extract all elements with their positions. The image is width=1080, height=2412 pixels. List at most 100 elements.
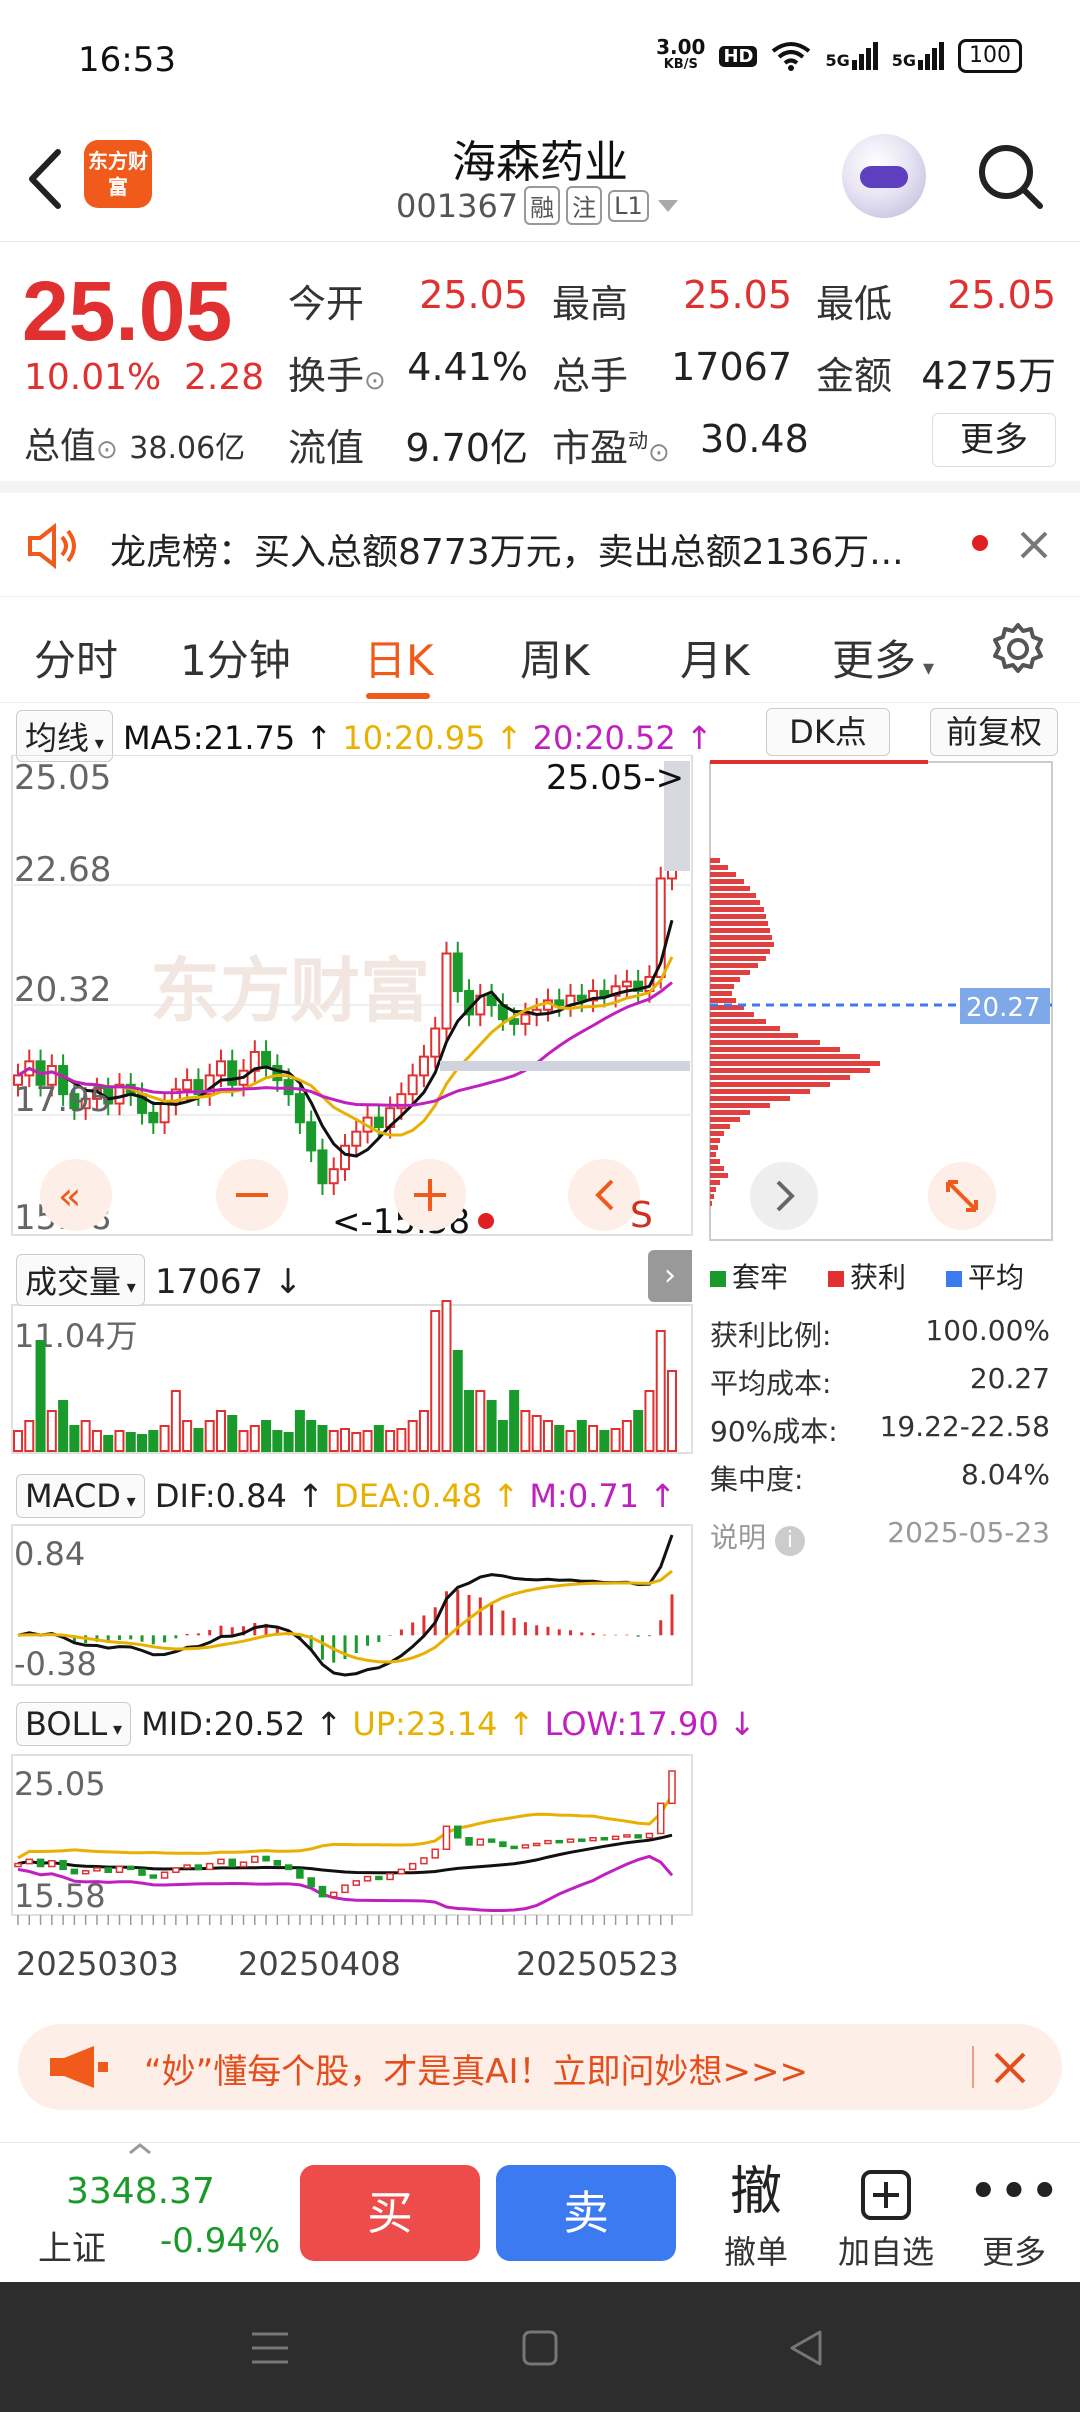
volume-bar	[542, 1420, 553, 1452]
boll-selector[interactable]: BOLL ▾	[16, 1702, 131, 1746]
tab-monthly-k[interactable]: 月K	[680, 627, 750, 688]
volume-bar	[24, 1420, 35, 1452]
dif-value: DIF:0.84	[154, 1477, 287, 1515]
macd-legend: MACD ▾ DIF:0.84 ↑ DEA:0.48 ↑ M:0.71 ↑	[16, 1474, 676, 1518]
back-nav-icon[interactable]	[784, 2326, 828, 2370]
promo-divider	[972, 2046, 974, 2088]
add-icon	[826, 2157, 946, 2227]
stock-header: 东方财富 海森药业 001367 融 注 L1	[0, 120, 1080, 242]
candle-body	[148, 1111, 159, 1124]
volume-selector[interactable]: 成交量 ▾	[16, 1254, 145, 1306]
boll-candle	[36, 1858, 45, 1868]
index-value[interactable]: 3348.37	[66, 2171, 215, 2212]
tab-daily-k[interactable]: 日K	[364, 627, 434, 688]
chip-bar	[710, 1159, 720, 1164]
buy-button[interactable]: 买	[300, 2165, 480, 2261]
index-name[interactable]: 上证	[38, 2221, 106, 2270]
chip-note-label[interactable]: 说明	[710, 1521, 766, 1554]
cancel-order-button[interactable]: 撤 撤单	[696, 2157, 816, 2273]
boll-candle	[352, 1880, 361, 1886]
boll-frame	[11, 1754, 693, 1916]
volume-label: 总手	[552, 354, 629, 398]
macd-selector[interactable]: MACD ▾	[16, 1474, 145, 1518]
dragon-tiger-notice[interactable]: 龙虎榜：买入总额8773万元，卖出总额2136万...	[0, 493, 1080, 597]
watermark: 东方财富	[150, 950, 430, 1032]
chip-bar	[710, 1152, 716, 1157]
ai-promo-banner[interactable]: “妙”懂每个股，才是真AI！立即问妙想>>>	[18, 2024, 1062, 2110]
close-icon[interactable]	[992, 2050, 1028, 2086]
chip-bar	[710, 977, 740, 982]
info-icon[interactable]: ⊙	[96, 435, 118, 465]
more-actions-button[interactable]: ••• 更多	[954, 2157, 1074, 2273]
tab-weekly-k[interactable]: 周K	[520, 627, 590, 688]
market-cap[interactable]: 总值⊙ 38.06亿	[24, 417, 245, 469]
chip-bar	[710, 907, 764, 912]
chevron-down-icon[interactable]	[655, 196, 681, 216]
chip-bar	[710, 858, 720, 863]
chip-bar	[710, 1194, 714, 1199]
candle-body	[430, 1027, 441, 1058]
chip-bar	[710, 1075, 850, 1080]
volume-bar	[328, 1430, 339, 1452]
volume-bar	[317, 1425, 328, 1452]
volume-bar	[565, 1430, 576, 1452]
boll-candle	[341, 1884, 349, 1894]
boll-candle	[442, 1825, 451, 1851]
boll-candle	[14, 1862, 22, 1868]
chip-note-row[interactable]: 说明 i 2025-05-23	[710, 1516, 1050, 1556]
quote-panel: 25.05 10.01% 2.28 总值⊙ 38.06亿 今开 25.05 最高…	[0, 243, 1080, 493]
tag-registered: 注	[566, 186, 603, 225]
chip-bar	[710, 1040, 820, 1045]
last-price: 25.05	[22, 264, 233, 358]
volume-bar	[204, 1420, 215, 1452]
high-label: 最高	[552, 282, 629, 326]
boll-candle	[25, 1858, 34, 1865]
gear-icon[interactable]	[990, 621, 1046, 677]
sell-button[interactable]: 卖	[496, 2165, 676, 2261]
boll-candle	[228, 1858, 236, 1868]
cancel-icon: 撤	[729, 2162, 782, 2222]
close-icon[interactable]	[1018, 529, 1050, 561]
y-label-2: 20.32	[14, 970, 111, 1010]
volume-bar	[306, 1420, 317, 1452]
volume-bar	[633, 1410, 644, 1452]
y-label-3: 17.95	[14, 1080, 111, 1120]
boll-candle	[251, 1855, 259, 1863]
pe-value: 30.48	[700, 417, 809, 461]
add-watchlist-button[interactable]: 加自选	[826, 2157, 946, 2273]
chip-next-button[interactable]	[750, 1162, 818, 1230]
menu-icon[interactable]	[248, 2328, 292, 2368]
candle-body	[272, 1065, 283, 1082]
more-quote-button[interactable]: 更多	[932, 413, 1056, 467]
boll-candle	[104, 1867, 112, 1873]
promo-text[interactable]: “妙”懂每个股，才是真AI！立即问妙想>>>	[144, 2044, 808, 2093]
expand-panel-button[interactable]: ›	[648, 1250, 692, 1302]
home-icon[interactable]	[518, 2326, 562, 2370]
index-change[interactable]: -0.94%	[160, 2221, 280, 2261]
volume-bar	[114, 1430, 125, 1452]
volume-bar	[430, 1310, 441, 1452]
chip-bar	[710, 1166, 724, 1171]
chip-bar	[710, 865, 728, 870]
chip-distribution-chart[interactable]: 20.27	[708, 760, 1054, 1242]
system-icons: 3.00 KB/S HD 5G 5G 100	[656, 37, 1022, 74]
macd-y-top: 0.84	[14, 1535, 85, 1573]
boll-candle	[205, 1862, 214, 1871]
adjust-mode-button[interactable]: 前复权	[930, 708, 1058, 756]
signal-icon-1: 5G	[825, 42, 878, 70]
search-icon[interactable]	[974, 140, 1046, 212]
tab-1min[interactable]: 1分钟	[180, 627, 291, 688]
ai-assistant-visor	[860, 166, 908, 188]
tab-more[interactable]: 更多 ▾	[832, 627, 934, 688]
notice-text[interactable]: 龙虎榜：买入总额8773万元，卖出总额2136万...	[110, 523, 904, 575]
period-tabs: 分时 1分钟 日K 周K 月K 更多 ▾	[0, 597, 1080, 703]
boll-candle	[532, 1842, 541, 1847]
dk-point-button[interactable]: DK点	[766, 708, 890, 756]
chevron-up-icon[interactable]	[128, 2143, 152, 2155]
tab-intraday[interactable]: 分时	[34, 627, 118, 688]
boll-candle	[578, 1838, 586, 1842]
info-icon[interactable]: i	[774, 1526, 805, 1556]
volume-bar	[238, 1430, 249, 1452]
kline-chart-area[interactable]: 东方财富 25.05 22.68 20.32 17.95 15.58 25.05…	[0, 755, 700, 2005]
add-watchlist-label: 加自选	[837, 2233, 934, 2271]
